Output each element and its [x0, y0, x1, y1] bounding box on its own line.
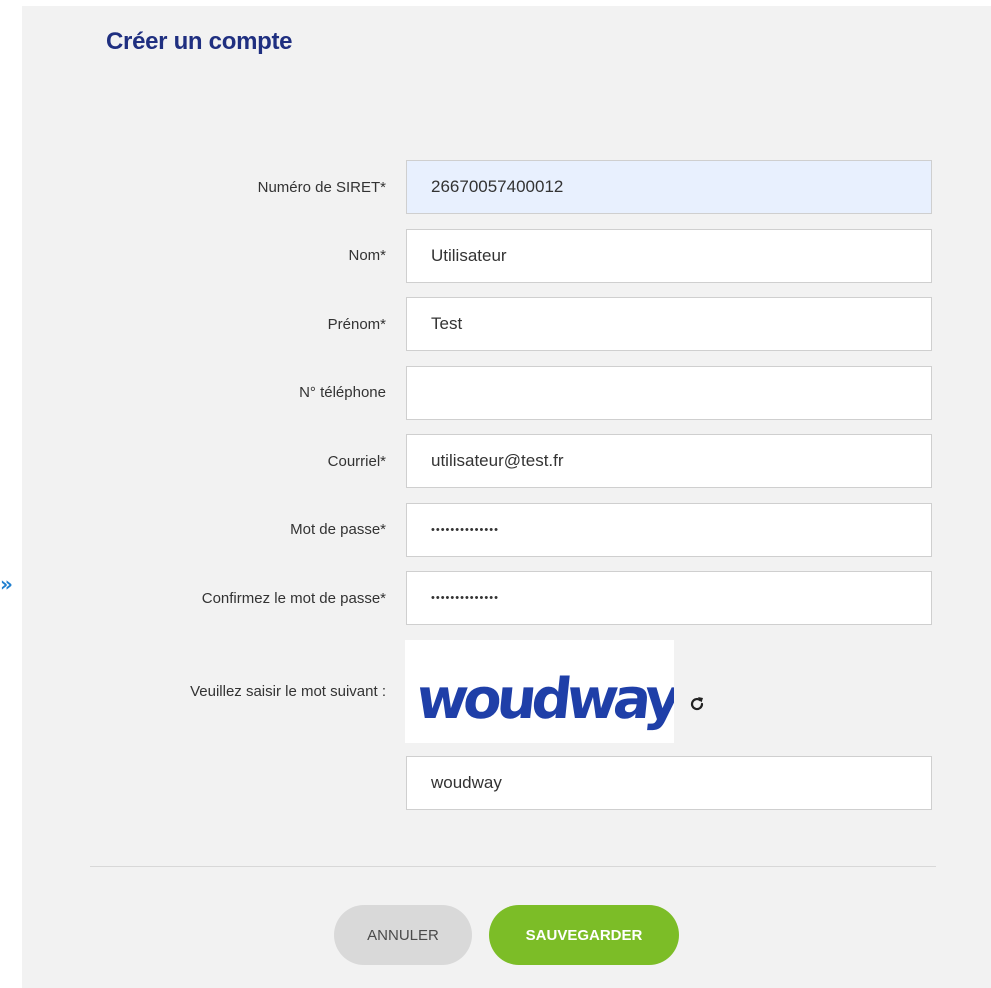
create-account-panel: Créer un compte Numéro de SIRET* Nom* Pr… [22, 6, 991, 988]
captcha-image: woudway [405, 640, 674, 743]
last-name-input[interactable] [406, 229, 932, 283]
password-label: Mot de passe* [290, 521, 386, 538]
page-title: Créer un compte [106, 28, 293, 55]
divider [90, 866, 936, 867]
expand-sidebar-icon[interactable]: » [0, 572, 22, 596]
captcha-graphic: woudway [413, 667, 674, 732]
confirm-password-label: Confirmez le mot de passe* [201, 590, 386, 607]
phone-input[interactable] [406, 366, 932, 420]
siret-label: Numéro de SIRET* [257, 179, 386, 196]
captcha-input[interactable] [406, 756, 932, 810]
password-input[interactable] [406, 503, 932, 557]
phone-label: N° téléphone [299, 384, 386, 401]
captcha-word: woudway [413, 667, 674, 732]
last-name-label: Nom* [348, 247, 386, 264]
email-label: Courriel* [327, 453, 386, 470]
confirm-password-input[interactable] [406, 571, 932, 625]
captcha-label: Veuillez saisir le mot suivant : [190, 683, 386, 700]
first-name-label: Prénom* [327, 316, 386, 333]
refresh-icon[interactable] [688, 695, 706, 713]
email-input[interactable] [406, 434, 932, 488]
first-name-input[interactable] [406, 297, 932, 351]
cancel-button[interactable]: ANNULER [334, 905, 472, 965]
save-button[interactable]: SAUVEGARDER [489, 905, 679, 965]
siret-input[interactable] [406, 160, 932, 214]
